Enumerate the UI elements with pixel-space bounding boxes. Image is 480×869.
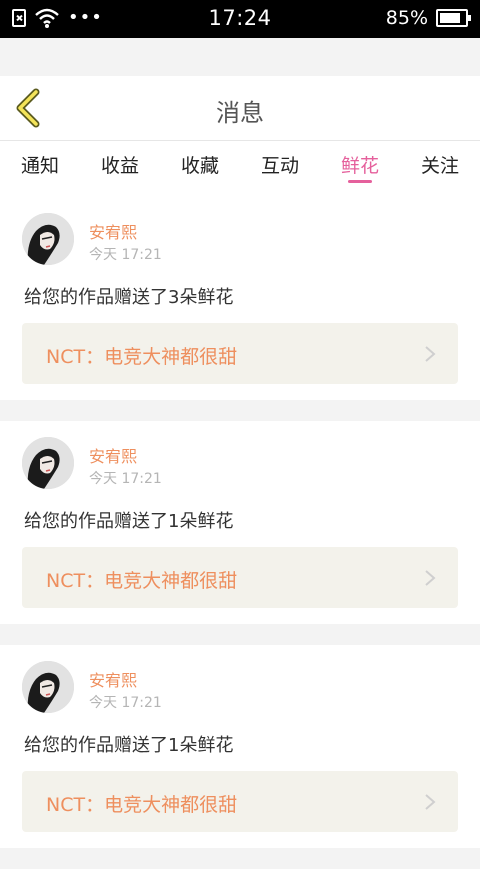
top-spacer	[0, 38, 480, 76]
chevron-right-icon	[425, 570, 436, 586]
sender-name[interactable]: 安宥熙	[89, 667, 137, 691]
tab-notifications[interactable]: 通知	[21, 151, 59, 178]
work-link[interactable]: NCT：电竞大神都很甜	[22, 547, 458, 608]
header-bar: 消息	[0, 76, 480, 141]
message-time: 今天 17:21	[89, 247, 162, 263]
work-title: NCT：电竞大神都很甜	[46, 570, 238, 592]
sender-name[interactable]: 安宥熙	[89, 443, 137, 467]
tab-bar: 通知 收益 收藏 互动 鲜花 关注	[0, 141, 480, 197]
avatar-image	[22, 213, 74, 265]
message-list: 安宥熙 今天 17:21 给您的作品赠送了3朵鲜花 NCT：电竞大神都很甜 安宥…	[0, 197, 480, 869]
battery-percentage: 85%	[385, 7, 428, 29]
avatar[interactable]	[22, 661, 74, 713]
tab-follows[interactable]: 关注	[421, 151, 459, 178]
tab-favorites[interactable]: 收藏	[181, 151, 219, 178]
work-link[interactable]: NCT：电竞大神都很甜	[22, 323, 458, 384]
avatar-image	[22, 661, 74, 713]
work-title: NCT：电竞大神都很甜	[46, 794, 238, 816]
tab-flowers[interactable]: 鲜花	[341, 151, 379, 178]
message-card: 安宥熙 今天 17:21 给您的作品赠送了1朵鲜花 NCT：电竞大神都很甜	[0, 645, 480, 848]
tab-interactions[interactable]: 互动	[261, 151, 299, 178]
message-card: 安宥熙 今天 17:21 给您的作品赠送了3朵鲜花 NCT：电竞大神都很甜	[0, 197, 480, 400]
avatar-image	[22, 437, 74, 489]
work-link[interactable]: NCT：电竞大神都很甜	[22, 771, 458, 832]
page-title: 消息	[216, 99, 264, 127]
message-card: 安宥熙 今天 17:21 给您的作品赠送了1朵鲜花 NCT：电竞大神都很甜	[0, 421, 480, 624]
message-text: 给您的作品赠送了3朵鲜花	[24, 287, 234, 308]
battery-icon	[436, 9, 471, 27]
message-time: 今天 17:21	[89, 471, 162, 487]
chevron-right-icon	[425, 794, 436, 810]
message-time: 今天 17:21	[89, 695, 162, 711]
sender-name[interactable]: 安宥熙	[89, 219, 137, 243]
tab-earnings[interactable]: 收益	[101, 151, 139, 178]
work-title: NCT：电竞大神都很甜	[46, 346, 238, 368]
avatar[interactable]	[22, 437, 74, 489]
active-tab-indicator	[348, 180, 372, 183]
avatar[interactable]	[22, 213, 74, 265]
chevron-right-icon	[425, 346, 436, 362]
message-text: 给您的作品赠送了1朵鲜花	[24, 511, 234, 532]
status-bar: ••• 17:24 85%	[0, 0, 480, 38]
message-text: 给您的作品赠送了1朵鲜花	[24, 735, 234, 756]
